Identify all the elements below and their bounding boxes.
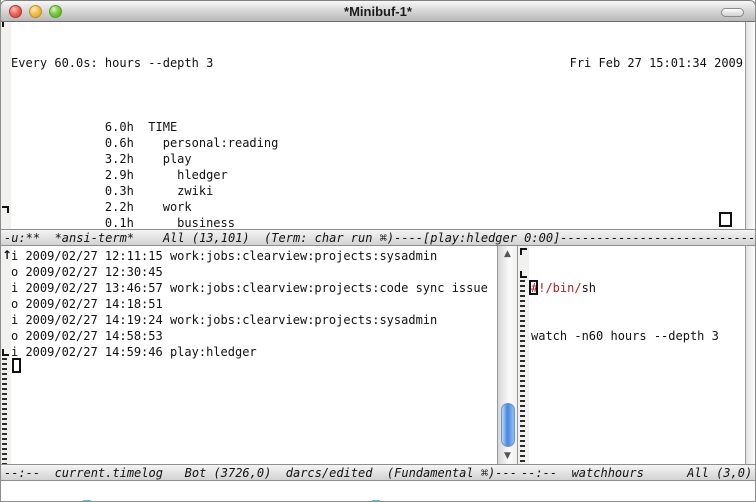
timelog-line: i 2009/02/27 12:11:15 work:jobs:clearvie… (11, 248, 488, 264)
modeline-timelog[interactable]: --:-- current.timelog Bot (3726,0) darcs… (1, 464, 518, 481)
timelog-line: i 2009/02/27 14:59:46 play:hledger (11, 344, 488, 360)
report-line: 0.1h business (11, 215, 743, 229)
watch-command-text: Every 60.0s: hours --depth 3 (11, 55, 213, 71)
buffer-bottom-angle-icon (520, 271, 527, 278)
script-line: watch -n60 hours --depth 3 (531, 328, 719, 344)
empty-lines-indicator-icon (520, 280, 525, 464)
report-line: 6.0h TIME (11, 119, 743, 135)
report-line: 0.6h personal:reading (11, 135, 743, 151)
script-line: #!/bin/sh (531, 280, 719, 296)
window-watchhours[interactable]: #!/bin/sh watch -n60 hours --depth 3 (518, 246, 745, 464)
report-line (11, 103, 743, 119)
timelog-line: o 2009/02/27 12:30:45 (11, 264, 488, 280)
report-line: 2.9h hledger (11, 167, 743, 183)
emacs-frame: *Minibuf-1* Every 60.0s: hours --depth 3… (0, 0, 756, 502)
shebang-cmd-text: sh (582, 281, 596, 295)
shebang-text: #!/bin/ (531, 281, 582, 295)
buffer-top-angle-icon (2, 22, 9, 27)
terminal-hollow-cursor (719, 212, 732, 227)
timelog-entries: i 2009/02/27 12:11:15 work:jobs:clearvie… (11, 248, 488, 360)
titlebar: *Minibuf-1* (0, 0, 756, 22)
minibuffer[interactable]: Redo: (ansi-term "/Users/simon/bin/watch… (1, 481, 756, 502)
watch-date-text: Fri Feb 27 15:01:34 2009 (570, 55, 743, 71)
timelog-line: o 2009/02/27 14:58:53 (11, 328, 488, 344)
timelog-scrollbar[interactable]: ▲ ▼ (497, 246, 518, 464)
scroll-up-arrow-icon[interactable]: ▲ (498, 247, 517, 261)
buffer-bottom-angle-icon (2, 206, 9, 213)
report-line: 3.2h play (11, 151, 743, 167)
buffer-top-angle-icon (520, 248, 527, 255)
window-title: *Minibuf-1* (1, 4, 755, 19)
top-window-scrollbar[interactable] (745, 22, 756, 229)
buffer-bottom-angle-icon (2, 349, 9, 356)
modeline-ansi-term[interactable]: -u:** *ansi-term* All (13,101) (Term: ch… (1, 229, 756, 246)
timelog-line: o 2009/02/27 14:18:51 (11, 296, 488, 312)
watch-header: Every 60.0s: hours --depth 3 Fri Feb 27 … (11, 55, 743, 71)
timelog-line: i 2009/02/27 14:19:24 work:jobs:clearvie… (11, 312, 488, 328)
timelog-line: i 2009/02/27 13:46:57 work:jobs:clearvie… (11, 280, 488, 296)
left-fringe (1, 22, 11, 229)
modeline-watchhours[interactable]: --:-- watchhours All (3,0) (518, 464, 756, 481)
scroll-down-arrow-icon[interactable]: ▼ (498, 449, 517, 463)
scrollbar-thumb[interactable] (501, 403, 515, 447)
watchhours-scrollbar[interactable] (745, 246, 756, 464)
buffer-continues-up-arrow-icon: ↑ (2, 249, 12, 261)
report-line: 2.2h work (11, 199, 743, 215)
script-hollow-cursor (529, 280, 538, 295)
window-ansi-term[interactable]: Every 60.0s: hours --depth 3 Fri Feb 27 … (1, 22, 756, 229)
empty-lines-indicator-icon (2, 358, 7, 464)
report-line: 0.3h zwiki (11, 183, 743, 199)
toolbar-toggle-button[interactable] (721, 8, 744, 17)
hours-report: 6.0h TIME 0.6h personal:reading 3.2h pla… (11, 103, 743, 229)
timelog-hollow-cursor (12, 358, 21, 373)
window-timelog[interactable]: i 2009/02/27 12:11:15 work:jobs:clearvie… (1, 246, 497, 464)
